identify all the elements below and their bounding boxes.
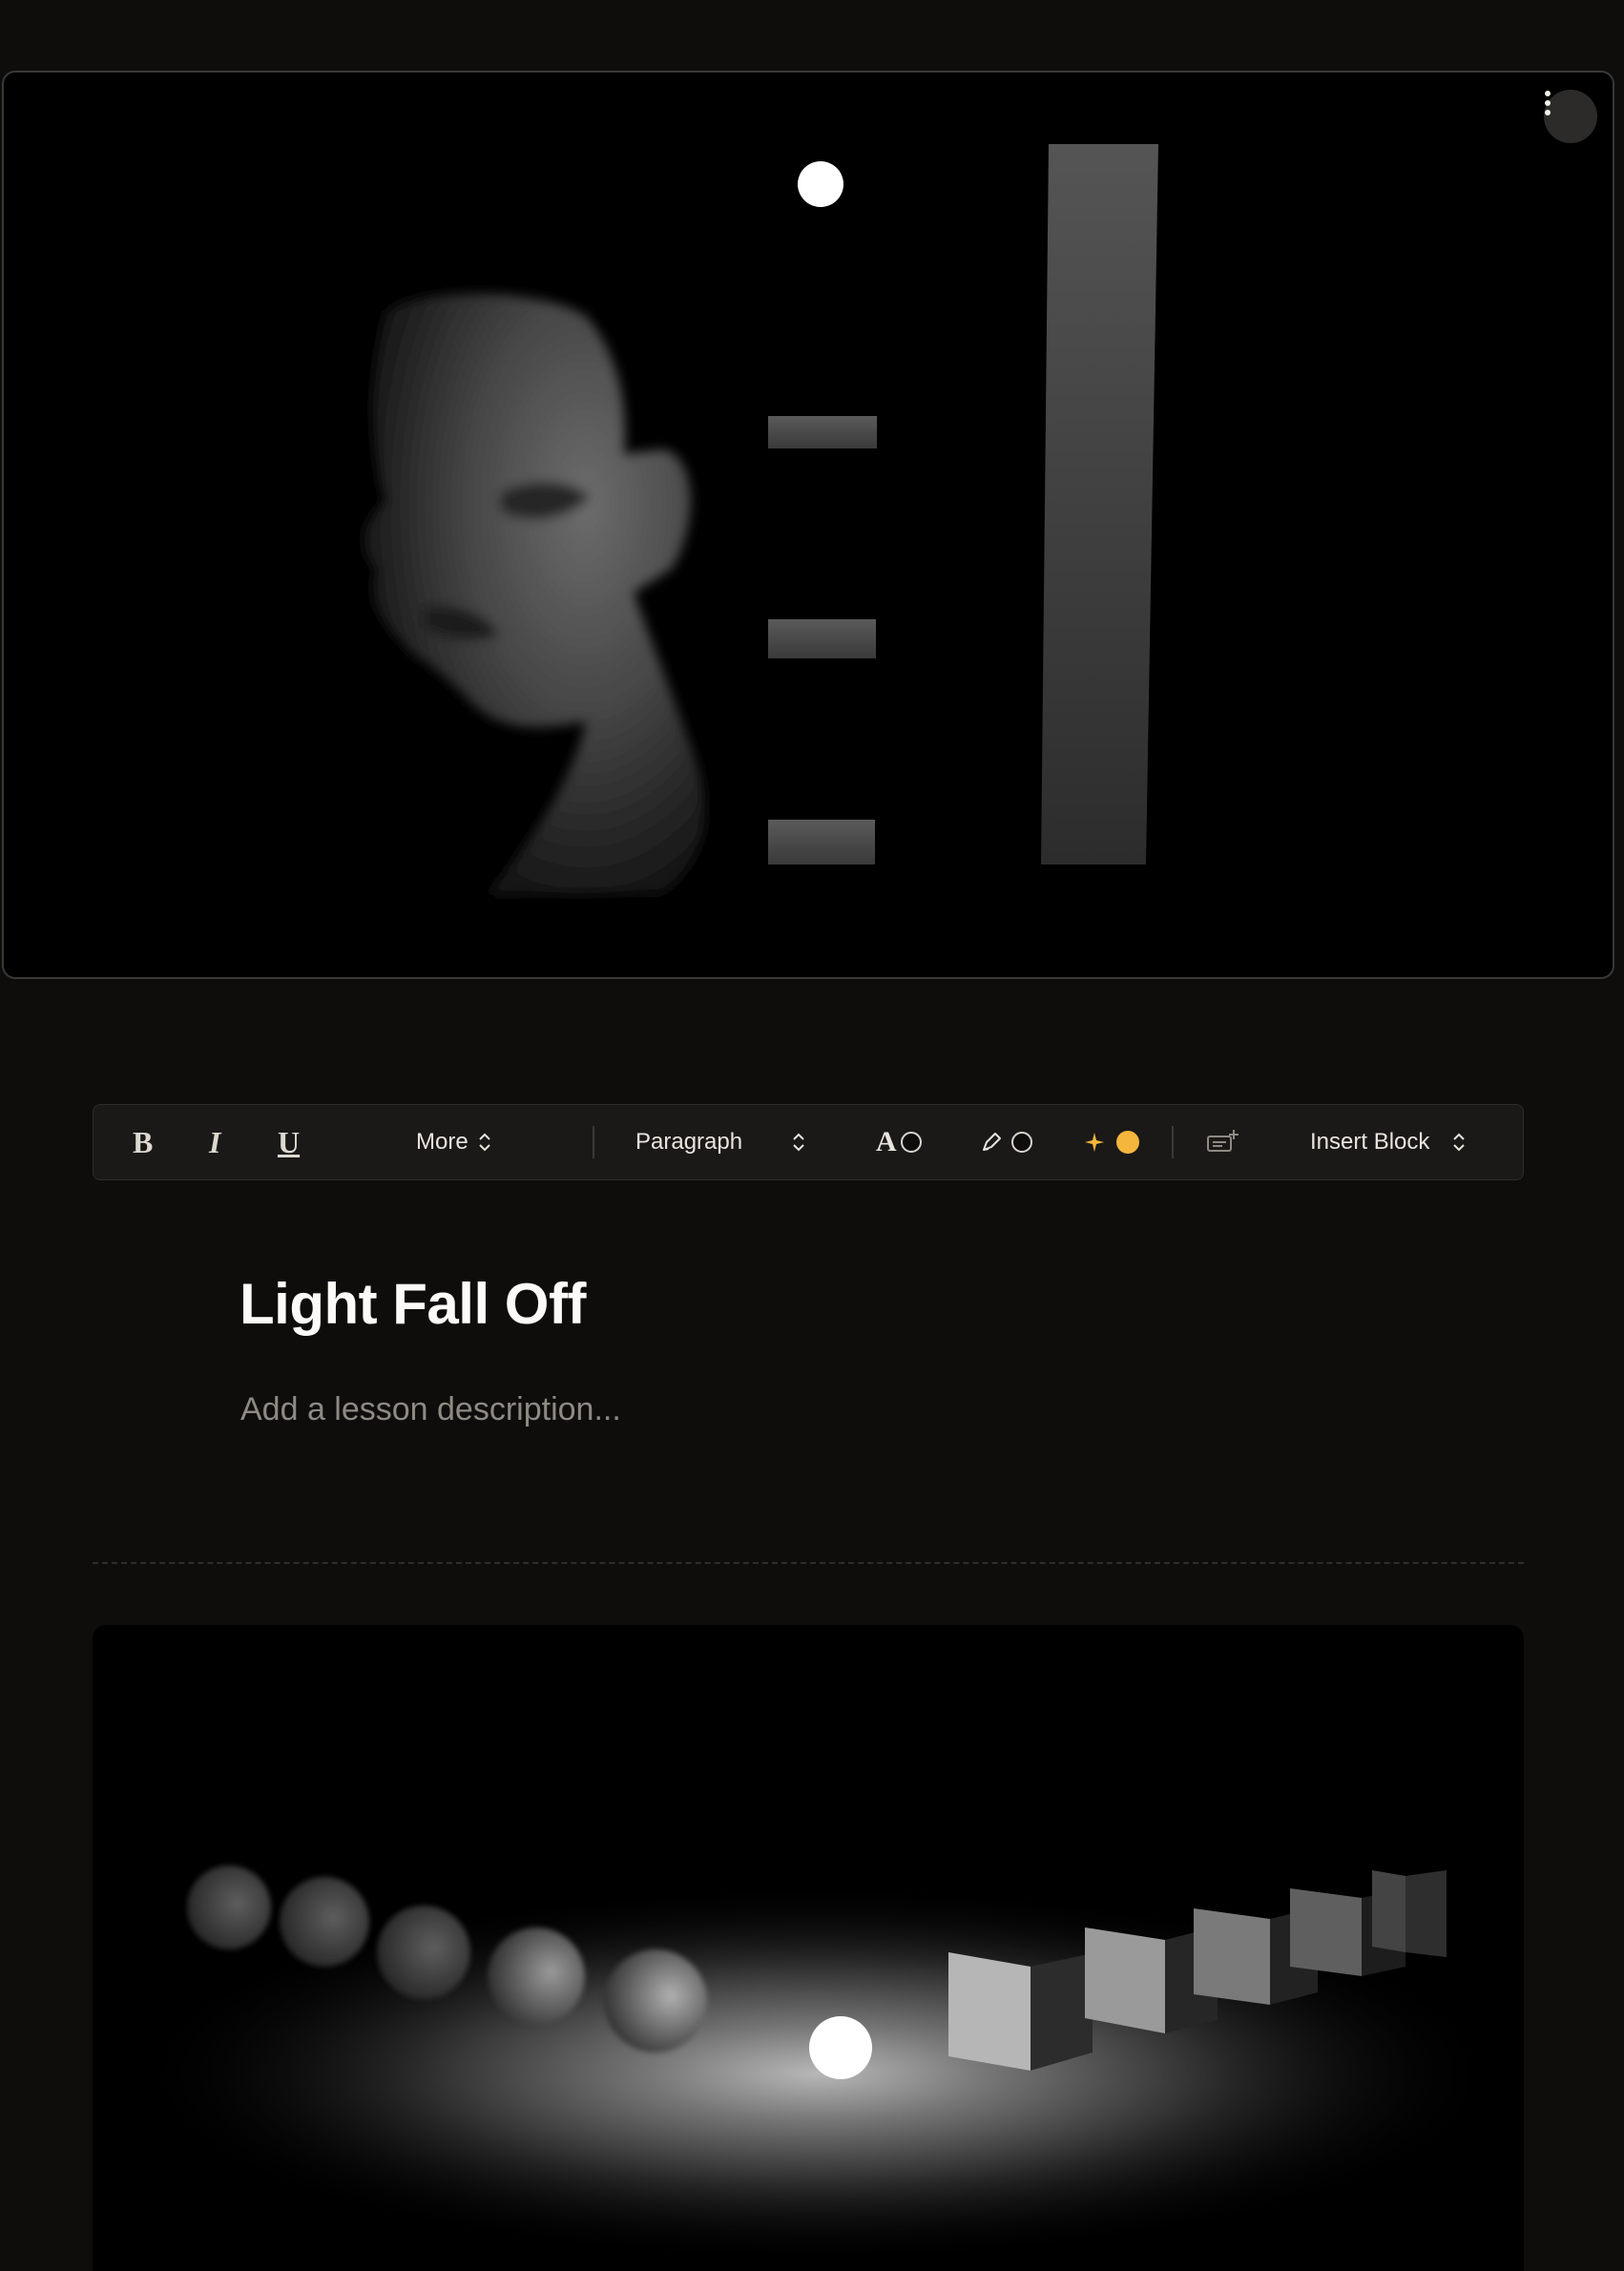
lesson-description-input[interactable]: Add a lesson description...	[240, 1391, 621, 1428]
hero-render-image	[364, 144, 1158, 895]
underline-icon: U	[278, 1124, 301, 1159]
italic-icon: I	[209, 1124, 221, 1159]
falloff-sphere	[604, 1949, 707, 2052]
media-options-button[interactable]	[1544, 90, 1597, 143]
chevron-updown-icon	[793, 1133, 804, 1152]
tall-pillar	[1041, 144, 1158, 865]
falloff-sphere	[280, 1877, 369, 1967]
bold-icon: B	[133, 1124, 154, 1159]
text-color-button[interactable]: A	[876, 1105, 924, 1179]
highlight-color-swatch	[1011, 1132, 1032, 1153]
point-light-sphere	[798, 161, 843, 207]
section-divider	[93, 1562, 1524, 1564]
falloff-sphere	[377, 1906, 470, 1999]
ai-color-swatch	[1116, 1131, 1139, 1154]
ai-assist-button[interactable]	[1082, 1105, 1141, 1179]
add-comment-button[interactable]	[1206, 1105, 1240, 1179]
editor-toolbar: B I U More Paragraph A Insert Block	[93, 1104, 1524, 1180]
falloff-sphere	[187, 1865, 271, 1949]
head-sculpture	[364, 293, 705, 895]
block-type-dropdown[interactable]: Paragraph	[635, 1105, 805, 1179]
bold-button[interactable]: B	[133, 1105, 153, 1179]
text-color-icon: A	[876, 1126, 897, 1157]
lesson-image-block[interactable]	[93, 1625, 1524, 2271]
lesson-media-frame	[2, 71, 1614, 979]
falloff-bar	[768, 416, 877, 448]
sparkles-icon	[1085, 1133, 1104, 1152]
more-vertical-icon	[1545, 91, 1551, 115]
insert-block-dropdown[interactable]: Insert Block	[1310, 1105, 1466, 1179]
toolbar-separator	[593, 1126, 594, 1158]
text-color-swatch	[900, 1132, 922, 1153]
falloff-bar	[768, 619, 876, 658]
block-type-label: Paragraph	[635, 1129, 743, 1155]
highlighter-icon	[983, 1133, 1001, 1151]
highlight-color-button[interactable]	[979, 1105, 1034, 1179]
falloff-bar	[768, 820, 875, 865]
insert-block-label: Insert Block	[1310, 1129, 1430, 1155]
point-light-sphere	[809, 2016, 872, 2079]
more-label: More	[416, 1129, 468, 1155]
chevron-updown-icon	[478, 1133, 490, 1152]
more-dropdown[interactable]: More	[416, 1105, 491, 1179]
comment-add-icon	[1207, 1130, 1239, 1152]
underline-button[interactable]: U	[278, 1105, 300, 1179]
falloff-render-image	[131, 1865, 1505, 2264]
italic-button[interactable]: I	[209, 1105, 220, 1179]
chevron-updown-icon	[1453, 1133, 1466, 1152]
lesson-title[interactable]: Light Fall Off	[239, 1271, 586, 1337]
falloff-sphere	[488, 1927, 585, 2025]
toolbar-separator	[1172, 1126, 1174, 1158]
